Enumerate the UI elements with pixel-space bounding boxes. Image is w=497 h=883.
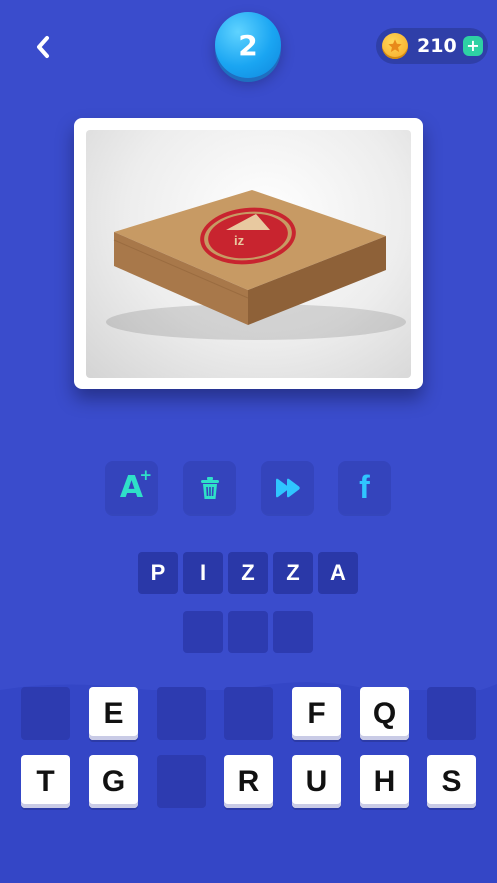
logo-text: iz xyxy=(234,233,245,248)
letter-key[interactable]: F xyxy=(292,687,341,740)
level-badge: 2 xyxy=(215,12,281,78)
remove-letters-button[interactable] xyxy=(183,461,236,514)
answer-slot[interactable]: Z xyxy=(273,552,313,594)
letter-key-empty xyxy=(224,687,273,740)
letter-key-empty xyxy=(157,755,206,808)
letter-key[interactable]: E xyxy=(89,687,138,740)
plus-icon: + xyxy=(466,36,480,55)
letter-key-empty xyxy=(157,687,206,740)
answer-slot[interactable]: I xyxy=(183,552,223,594)
puzzle-image: iz xyxy=(86,130,411,378)
trash-icon xyxy=(200,476,219,499)
coin-counter: 210 + xyxy=(376,28,488,64)
letter-key[interactable]: R xyxy=(224,755,273,808)
letter-key[interactable]: H xyxy=(360,755,409,808)
answer-slot[interactable]: Z xyxy=(228,552,268,594)
letter-key[interactable]: U xyxy=(292,755,341,808)
reveal-letter-button[interactable]: A + xyxy=(105,461,158,514)
letter-key-empty xyxy=(427,687,476,740)
answer-slot[interactable]: A xyxy=(318,552,358,594)
skip-level-button[interactable] xyxy=(261,461,314,514)
letter-key[interactable]: G xyxy=(89,755,138,808)
pizza-box-illustration: iz xyxy=(106,190,406,340)
answer-slot-empty[interactable] xyxy=(228,611,268,653)
back-button[interactable] xyxy=(26,30,60,64)
letter-key[interactable]: S xyxy=(427,755,476,808)
facebook-icon: f xyxy=(359,469,370,505)
star-coin-icon xyxy=(382,33,408,59)
puzzle-image-frame: iz xyxy=(74,118,423,389)
chevron-left-icon xyxy=(37,36,49,58)
answer-slot[interactable]: P xyxy=(138,552,178,594)
letter-key[interactable]: Q xyxy=(360,687,409,740)
reveal-letter-icon: A + xyxy=(120,466,152,505)
skip-icon xyxy=(275,478,300,497)
add-coins-button[interactable]: + xyxy=(463,36,483,56)
letter-key-empty xyxy=(21,687,70,740)
facebook-share-button[interactable]: f xyxy=(338,461,391,514)
coin-count: 210 xyxy=(417,35,457,57)
answer-slot-empty[interactable] xyxy=(273,611,313,653)
letter-key[interactable]: T xyxy=(21,755,70,808)
answer-slot-empty[interactable] xyxy=(183,611,223,653)
reveal-letter-plus: + xyxy=(139,466,153,484)
